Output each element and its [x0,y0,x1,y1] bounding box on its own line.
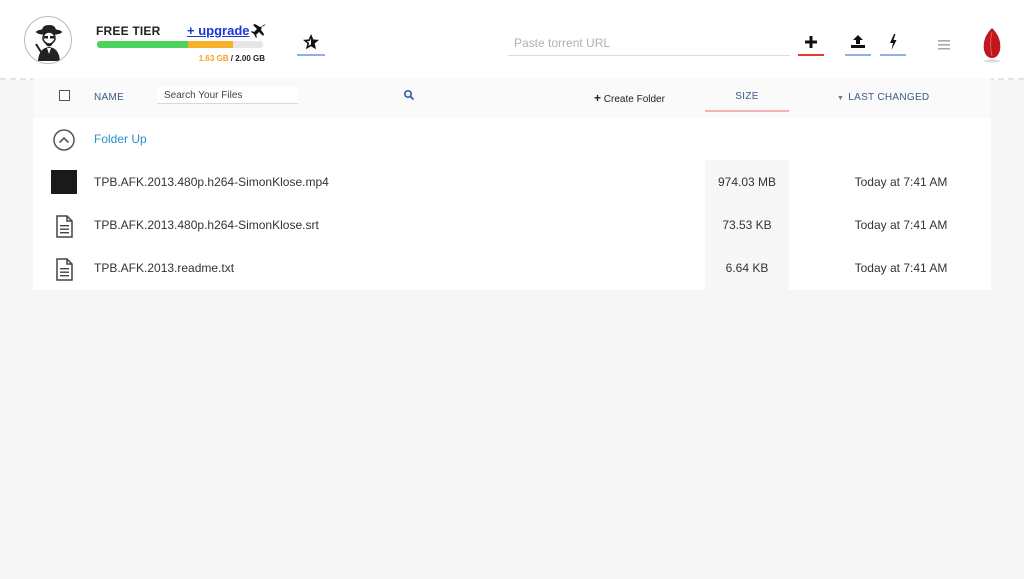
select-all-checkbox[interactable] [59,90,70,101]
file-icon-wrap [49,212,79,240]
usage-bar-base [97,41,188,48]
airplane-icon [251,24,266,38]
avatar[interactable] [24,16,72,64]
file-size: 974.03 MB [717,175,777,189]
column-header-last-changed[interactable]: ▼ LAST CHANGED [837,92,929,103]
lightning-icon [890,34,897,50]
column-header-size: SIZE [735,91,759,102]
create-folder-label: Create Folder [603,94,665,105]
file-row[interactable]: TPB.AFK.2013.480p.h264-SimonKlose.mp4 97… [33,161,991,204]
file-last-changed: Today at 7:41 AM [854,175,948,189]
file-name[interactable]: TPB.AFK.2013.readme.txt [94,261,234,275]
size-column-header[interactable]: SIZE [705,78,789,112]
create-folder-button[interactable]: + Create Folder [594,91,665,105]
quick-action-button[interactable] [880,30,906,56]
sort-descending-icon: ▼ [837,95,845,102]
plus-icon: + [594,91,602,105]
file-icon-wrap [49,255,79,283]
last-changed-label: LAST CHANGED [848,92,930,103]
column-header-name[interactable]: NAME [94,92,124,103]
menu-button[interactable] [936,38,952,52]
plus-icon [805,36,817,48]
folder-up-icon-wrap [49,126,79,154]
storage-usage-bar [97,41,263,48]
file-search-input[interactable] [164,88,274,103]
search-icon[interactable] [403,89,415,101]
file-browser-panel: NAME + Create Folder SIZE ▼LAST CHANGED … [33,78,991,290]
document-icon [56,215,73,238]
video-thumbnail [51,170,77,194]
file-size: 6.64 KB [725,261,769,275]
file-row[interactable]: TPB.AFK.2013.480p.h264-SimonKlose.srt 73… [33,204,991,247]
top-bar: FREE TIER + upgrade 1.63 GB / 2.00 GB [0,0,1024,80]
file-size: 73.53 KB [722,218,772,232]
chevron-up-circle-icon [53,129,75,151]
usage-used: 1.63 GB [198,54,229,63]
storage-usage-text: 1.63 GB / 2.00 GB [160,54,265,63]
add-torrent-button[interactable] [798,30,824,56]
usage-total: 2.00 GB [235,54,265,63]
hamburger-menu-icon [938,40,950,50]
file-last-changed: Today at 7:41 AM [854,261,948,275]
file-row[interactable]: TPB.AFK.2013.readme.txt 6.64 KB Today at… [33,247,991,290]
brand-logo[interactable] [980,26,1004,64]
usage-bar-warning [188,41,233,48]
star-icon [303,33,319,50]
file-name[interactable]: TPB.AFK.2013.480p.h264-SimonKlose.srt [94,218,319,232]
favorites-button[interactable] [297,30,325,56]
document-icon [56,258,73,281]
upgrade-link[interactable]: + upgrade [187,23,250,38]
seed-logo-icon [983,28,1001,63]
file-search [157,87,415,104]
torrent-url-input[interactable] [508,30,790,56]
upload-button[interactable] [845,30,871,56]
upload-icon [851,35,865,48]
file-last-changed: Today at 7:41 AM [854,218,948,232]
user-avatar-icon [35,25,62,61]
file-list-header: NAME + Create Folder SIZE ▼LAST CHANGED [33,78,991,118]
folder-up-row[interactable]: Folder Up [33,118,991,161]
file-name[interactable]: TPB.AFK.2013.480p.h264-SimonKlose.mp4 [94,175,329,189]
tier-label: FREE TIER [96,24,161,38]
folder-up-label[interactable]: Folder Up [94,132,147,146]
